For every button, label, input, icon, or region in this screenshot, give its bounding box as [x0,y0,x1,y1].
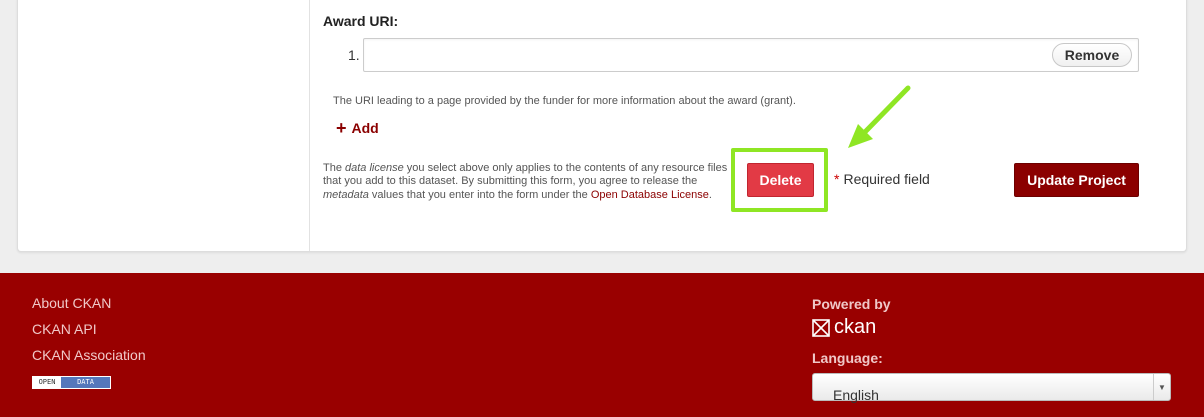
ckan-logo[interactable]: ckan [812,316,876,339]
remove-button[interactable]: Remove [1052,43,1132,67]
item-number: 1. [348,47,360,63]
award-uri-input[interactable] [363,38,1139,72]
about-ckan-link[interactable]: About CKAN [32,295,111,311]
award-uri-help-text: The URI leading to a page provided by th… [333,95,796,107]
license-text-4: . [708,188,712,201]
open-data-badge-left: OPEN [33,377,61,388]
required-field-note: * Required field [834,171,930,187]
required-star: * [834,171,840,187]
language-selected-value: English [833,387,879,403]
required-text: Required field [843,171,930,187]
plus-icon: + [336,118,347,138]
ckan-logo-icon [812,318,830,337]
ckan-logo-text: ckan [834,316,877,338]
add-label: Add [351,120,379,136]
open-database-license-link[interactable]: Open Database License [591,189,709,201]
add-link[interactable]: + Add [336,118,379,138]
open-data-badge[interactable]: OPEN DATA [32,376,111,389]
license-em-metadata: metadata [323,188,369,201]
language-label: Language: [812,350,883,366]
chevron-down-icon: ▼ [1153,374,1170,400]
license-text-1: The [323,162,346,174]
powered-by-label: Powered by [812,296,891,312]
language-select[interactable]: English ▼ [812,373,1171,403]
update-project-button[interactable]: Update Project [1014,163,1139,197]
sidebar-divider [309,0,310,251]
license-notice: The data license you select above only a… [323,162,735,202]
open-data-badge-right: DATA [61,377,110,388]
ckan-api-link[interactable]: CKAN API [32,321,97,337]
delete-button[interactable]: Delete [747,163,814,197]
award-uri-label: Award URI: [323,13,399,29]
license-text-3: values that you enter into the form unde… [368,188,591,201]
site-footer: About CKAN CKAN API CKAN Association OPE… [0,273,1204,417]
ckan-association-link[interactable]: CKAN Association [32,347,146,363]
license-em-data-license: data license [345,162,404,174]
